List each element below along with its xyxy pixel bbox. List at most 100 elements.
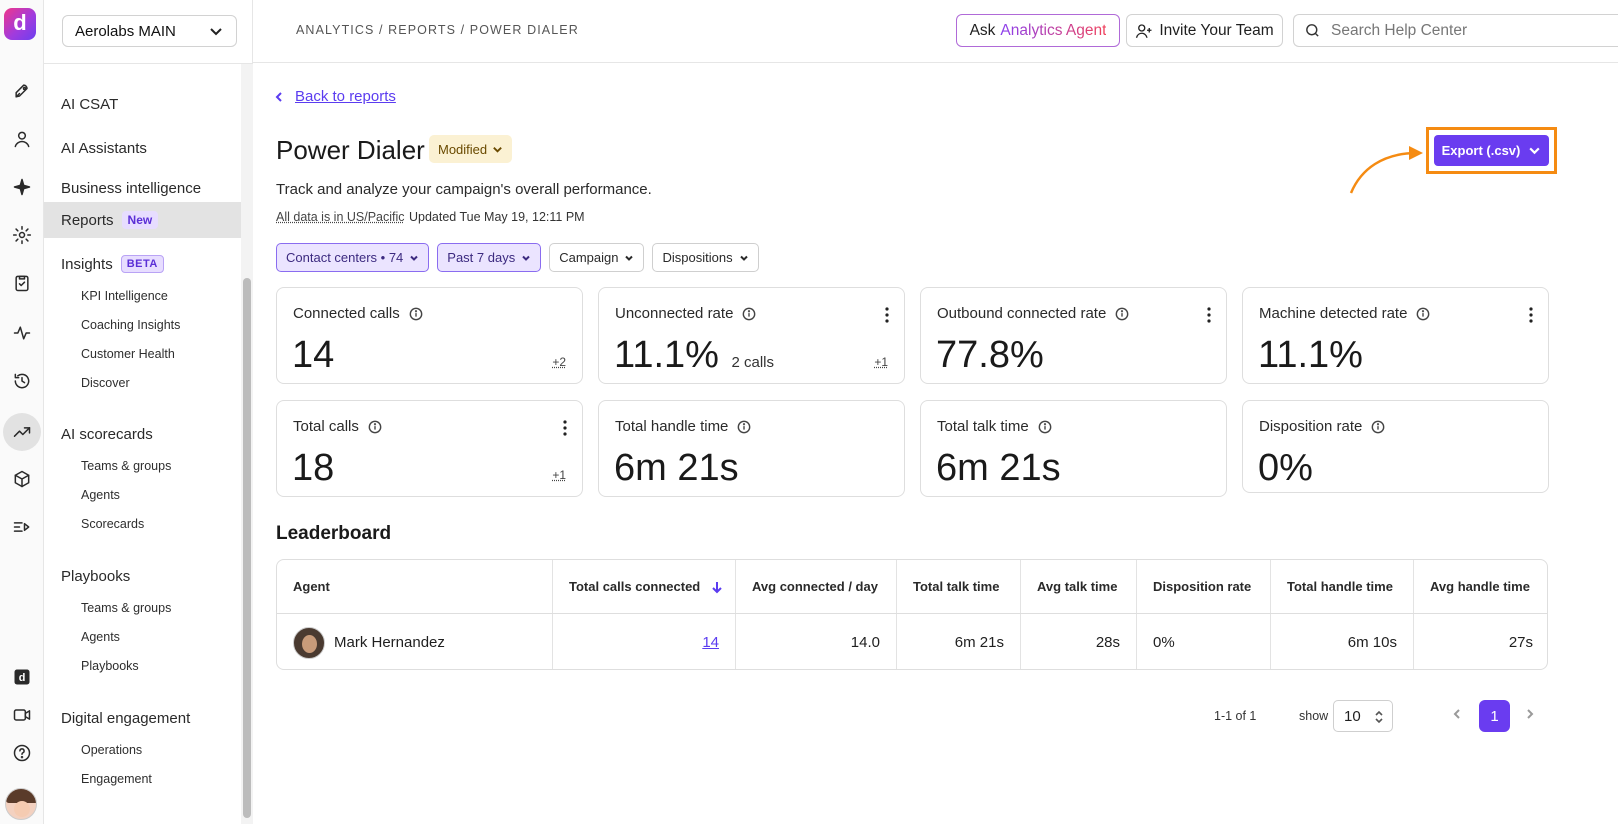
column-header[interactable]: Avg handle time	[1414, 560, 1547, 613]
table-cell: 28s	[1021, 614, 1137, 669]
info-icon[interactable]	[1416, 307, 1430, 321]
sidebar-item-discover[interactable]: Discover	[44, 370, 244, 396]
workspace-selector[interactable]: Aerolabs MAIN	[62, 15, 237, 47]
sort-down-icon	[712, 581, 722, 593]
invite-team-button[interactable]: Invite Your Team	[1126, 14, 1283, 47]
status-badge-label: Modified	[438, 141, 488, 157]
rocket-icon[interactable]	[9, 78, 35, 104]
sidebar-item-label: AI CSAT	[61, 95, 119, 113]
metric-delta[interactable]: +1	[552, 468, 566, 482]
sidebar-item-label: Operations	[81, 743, 143, 757]
info-icon[interactable]	[409, 307, 423, 321]
person-icon[interactable]	[9, 126, 35, 152]
sidebar-item-customer-health[interactable]: Customer Health	[44, 341, 244, 367]
sidebar-item-playbooks[interactable]: Playbooks	[44, 558, 244, 594]
filter-campaign[interactable]: Campaign	[549, 243, 645, 272]
column-header[interactable]: Avg talk time	[1021, 560, 1137, 613]
metric-delta[interactable]: +1	[874, 355, 888, 369]
sidebar-item-operations[interactable]: Operations	[44, 737, 244, 763]
ask-analytics-agent-button[interactable]: Ask Analytics Agent	[956, 14, 1120, 47]
page-size-select[interactable]: 10	[1333, 700, 1393, 732]
filter-date-range[interactable]: Past 7 days	[437, 243, 542, 272]
workspace-name: Aerolabs MAIN	[75, 22, 176, 40]
kebab-menu-icon[interactable]	[1204, 306, 1214, 324]
info-icon[interactable]	[368, 420, 382, 434]
info-icon[interactable]	[1115, 307, 1129, 321]
kebab-menu-icon[interactable]	[560, 419, 570, 437]
activity-icon[interactable]	[9, 320, 35, 346]
info-icon[interactable]	[1038, 420, 1052, 434]
sidebar-scrollbar[interactable]	[241, 64, 253, 824]
next-page-button[interactable]	[1523, 707, 1541, 725]
column-header[interactable]: Total handle time	[1271, 560, 1414, 613]
sidebar-item-ai-scorecards[interactable]: AI scorecards	[44, 416, 244, 452]
updown-chevron-icon	[1375, 710, 1383, 724]
ask-prefix: Ask	[969, 21, 996, 39]
help-icon[interactable]	[9, 740, 35, 766]
sidebar-item-playbooks-list[interactable]: Playbooks	[44, 653, 244, 679]
export-label: Export (.csv)	[1441, 143, 1521, 158]
sparkle-icon[interactable]	[9, 174, 35, 200]
sidebar-item-reports[interactable]: Reports New	[44, 202, 244, 238]
kebab-menu-icon[interactable]	[882, 306, 892, 324]
info-icon[interactable]	[1371, 420, 1385, 434]
metric-delta[interactable]: +2	[552, 355, 566, 369]
column-header[interactable]: Agent	[277, 560, 553, 613]
metric-label: Disposition rate	[1259, 418, 1363, 435]
sidebar-item-ai-assistants[interactable]: AI Assistants	[44, 130, 244, 166]
gear-icon[interactable]	[9, 222, 35, 248]
kebab-menu-icon[interactable]	[1526, 306, 1536, 324]
trending-icon[interactable]	[3, 413, 41, 451]
metric-value: 18	[292, 447, 335, 489]
timezone-note[interactable]: All data is in US/Pacific	[276, 210, 405, 224]
column-header[interactable]: Disposition rate	[1137, 560, 1271, 613]
user-avatar[interactable]	[5, 788, 37, 820]
sidebar-item-coaching-insights[interactable]: Coaching Insights	[44, 312, 244, 338]
app-logo-icon[interactable]: d	[4, 8, 36, 40]
chevron-right-icon	[1527, 709, 1534, 719]
current-page-button[interactable]: 1	[1479, 700, 1510, 732]
info-icon[interactable]	[737, 420, 751, 434]
sidebar-item-insights[interactable]: Insights BETA	[44, 246, 244, 282]
sidebar-item-kpi-intelligence[interactable]: KPI Intelligence	[44, 283, 244, 309]
sidebar-item-ai-csat[interactable]: AI CSAT	[44, 86, 244, 122]
export-csv-button[interactable]: Export (.csv)	[1434, 135, 1549, 166]
clipboard-icon[interactable]	[9, 270, 35, 296]
sidebar-item-teams-groups[interactable]: Teams & groups	[44, 453, 244, 479]
sidebar-item-engagement[interactable]: Engagement	[44, 766, 244, 792]
chevron-left-icon	[275, 91, 282, 102]
sidebar-item-agents[interactable]: Agents	[44, 624, 244, 650]
page-title: Power Dialer	[276, 135, 425, 165]
column-header-sorted[interactable]: Total calls connected	[553, 560, 736, 613]
filter-label: Campaign	[559, 250, 619, 265]
sidebar-item-label: Agents	[81, 488, 120, 502]
sidebar-item-scorecards[interactable]: Scorecards	[44, 511, 244, 537]
previous-page-button[interactable]	[1450, 707, 1468, 725]
video-icon[interactable]	[9, 702, 35, 728]
status-badge[interactable]: Modified	[429, 135, 513, 163]
dialpad-icon[interactable]: d	[9, 664, 35, 690]
cube-icon[interactable]	[9, 466, 35, 492]
table-row[interactable]: Mark Hernandez 14 14.0 6m 21s 28s 0% 6m …	[277, 614, 1547, 669]
filter-contact-centers[interactable]: Contact centers • 74	[276, 243, 430, 272]
sidebar-item-agents[interactable]: Agents	[44, 482, 244, 508]
search-help-center[interactable]	[1293, 14, 1618, 47]
sidebar-item-teams-groups[interactable]: Teams & groups	[44, 595, 244, 621]
filter-dispositions[interactable]: Dispositions	[652, 243, 759, 272]
column-header[interactable]: Total talk time	[897, 560, 1021, 613]
sidebar-item-digital-engagement[interactable]: Digital engagement	[44, 700, 244, 736]
metric-card-connected-calls: Connected calls 14 +2	[276, 287, 583, 384]
metric-value: 0%	[1258, 447, 1313, 489]
history-icon[interactable]	[9, 368, 35, 394]
scrollbar-thumb[interactable]	[243, 278, 251, 818]
metric-value: 11.1%	[1258, 334, 1363, 376]
sequence-icon[interactable]	[9, 514, 35, 540]
sidebar-item-business-intelligence[interactable]: Business intelligence	[44, 170, 244, 206]
column-header[interactable]: Avg connected / day	[736, 560, 897, 613]
info-icon[interactable]	[742, 307, 756, 321]
sidebar-item-label: Reports	[61, 211, 114, 229]
search-input[interactable]	[1331, 21, 1611, 40]
calls-connected-link[interactable]: 14	[702, 634, 719, 651]
back-to-reports-link[interactable]: Back to reports	[273, 88, 396, 105]
sidebar-item-label: AI scorecards	[61, 425, 153, 443]
